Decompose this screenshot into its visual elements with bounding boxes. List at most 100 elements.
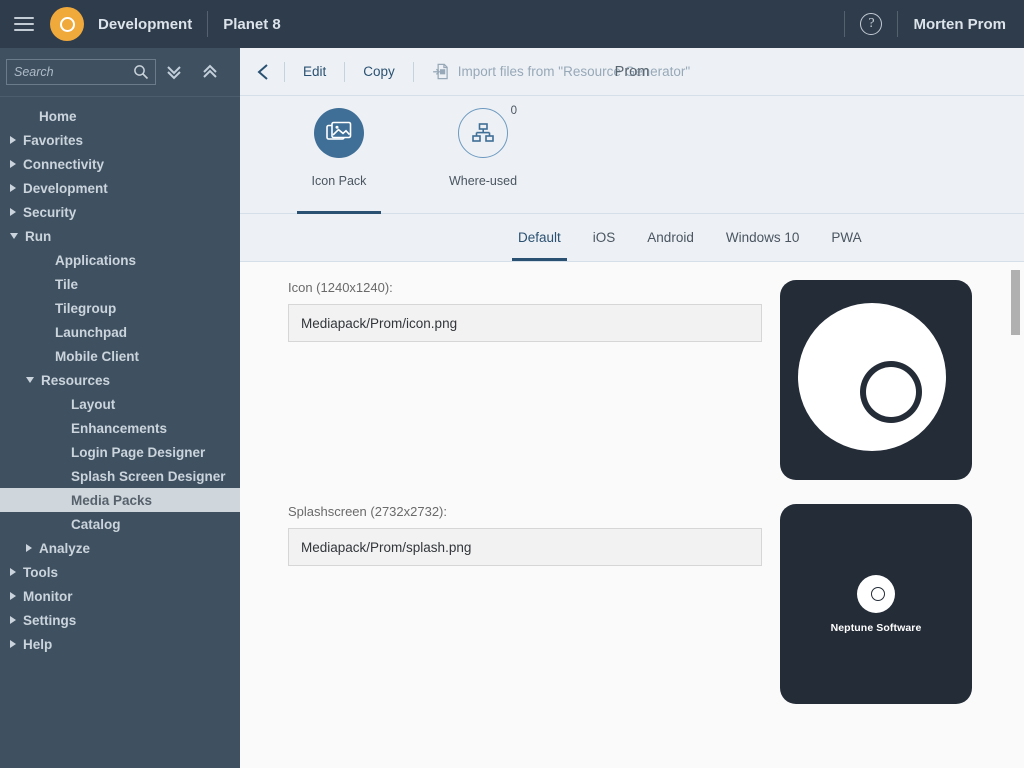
tab-label: PWA <box>831 230 861 245</box>
sidebar-item-tilegroup[interactable]: Tilegroup <box>0 296 240 320</box>
splash-path-input[interactable] <box>288 528 762 566</box>
hamburger-icon[interactable] <box>2 0 46 48</box>
sidebar-item-tools[interactable]: Tools <box>0 560 240 584</box>
sidebar-item-mobile-client[interactable]: Mobile Client <box>0 344 240 368</box>
sidebar-item-label: Favorites <box>23 133 83 148</box>
sidebar-item-label: Catalog <box>71 517 121 532</box>
sidebar-item-security[interactable]: Security <box>0 200 240 224</box>
sidebar-item-label: Tile <box>55 277 78 292</box>
chevron-right-icon[interactable] <box>10 568 16 576</box>
sidebar-item-label: Mobile Client <box>55 349 139 364</box>
sidebar-item-layout[interactable]: Layout <box>0 392 240 416</box>
chevron-right-icon[interactable] <box>10 160 16 168</box>
hamburger-line <box>14 23 34 25</box>
tab-label: Windows 10 <box>726 230 800 245</box>
sidebar: Home Favorites Connectivity Development Secu… <box>0 48 240 768</box>
sidebar-item-label: Applications <box>55 253 136 268</box>
content-scrollbar[interactable] <box>1008 262 1024 768</box>
object-facet-bar: Icon Pack 0 Where-used <box>240 96 1024 214</box>
sidebar-item-media-packs[interactable]: Media Packs <box>0 488 240 512</box>
hamburger-line <box>14 29 34 31</box>
tab-pwa[interactable]: PWA <box>815 214 877 261</box>
double-chevron-up-icon[interactable] <box>192 55 228 89</box>
sidebar-item-favorites[interactable]: Favorites <box>0 128 240 152</box>
platform-tab-strip: Default iOS Android Windows 10 PWA <box>240 214 1024 262</box>
sidebar-item-development[interactable]: Development <box>0 176 240 200</box>
tab-label: Default <box>518 230 561 245</box>
icon-preview-image <box>780 280 972 480</box>
sidebar-item-tile[interactable]: Tile <box>0 272 240 296</box>
facet-active-underline <box>297 211 381 214</box>
sidebar-item-catalog[interactable]: Catalog <box>0 512 240 536</box>
sidebar-item-label: Layout <box>71 397 115 412</box>
content-toolbar: Edit Copy Import files from "Resource Ge… <box>240 48 1024 96</box>
sidebar-item-resources[interactable]: Resources <box>0 368 240 392</box>
splash-logo-mark <box>857 575 895 613</box>
sidebar-item-label: Media Packs <box>71 493 152 508</box>
tab-android[interactable]: Android <box>631 214 710 261</box>
sidebar-item-splash-screen-designer[interactable]: Splash Screen Designer <box>0 464 240 488</box>
chevron-right-icon[interactable] <box>10 184 16 192</box>
facet-icon-pack[interactable]: Icon Pack <box>284 108 394 214</box>
facet-where-used-label: Where-used <box>449 174 517 188</box>
chevron-right-icon[interactable] <box>10 640 16 648</box>
back-button[interactable] <box>244 48 284 96</box>
tab-label: Android <box>647 230 694 245</box>
sidebar-item-enhancements[interactable]: Enhancements <box>0 416 240 440</box>
user-name[interactable]: Morten Prom <box>913 16 1006 33</box>
chevron-right-icon[interactable] <box>10 616 16 624</box>
search-box[interactable] <box>6 59 156 85</box>
sidebar-item-help[interactable]: Help <box>0 632 240 656</box>
sidebar-item-label: Settings <box>23 613 76 628</box>
tab-ios[interactable]: iOS <box>577 214 632 261</box>
content-area: Icon (1240x1240): Splashscreen (2732x273… <box>240 262 1024 768</box>
neptune-logo-icon[interactable] <box>50 7 84 41</box>
sidebar-item-settings[interactable]: Settings <box>0 608 240 632</box>
sidebar-item-label: Splash Screen Designer <box>71 469 226 484</box>
sidebar-item-label: Connectivity <box>23 157 104 172</box>
splash-caption: Neptune Software <box>831 622 922 634</box>
hierarchy-icon: 0 <box>458 108 508 158</box>
sidebar-item-monitor[interactable]: Monitor <box>0 584 240 608</box>
logo-ring <box>60 17 75 32</box>
header-divider <box>844 11 845 37</box>
sidebar-item-connectivity[interactable]: Connectivity <box>0 152 240 176</box>
top-header-bar: Development Planet 8 ? Morten Prom <box>0 0 1024 48</box>
sidebar-item-label: Security <box>23 205 76 220</box>
sidebar-item-applications[interactable]: Applications <box>0 248 240 272</box>
double-chevron-down-icon[interactable] <box>156 55 192 89</box>
sidebar-item-run[interactable]: Run <box>0 224 240 248</box>
facet-where-used[interactable]: 0 Where-used <box>428 108 538 214</box>
copy-button[interactable]: Copy <box>345 48 413 96</box>
sidebar-item-launchpad[interactable]: Launchpad <box>0 320 240 344</box>
chevron-down-icon[interactable] <box>10 233 18 239</box>
chevron-right-icon[interactable] <box>10 208 16 216</box>
workspace-label: Planet 8 <box>223 16 281 33</box>
chevron-down-icon[interactable] <box>26 377 34 383</box>
sidebar-item-label: Run <box>25 229 51 244</box>
chevron-right-icon[interactable] <box>10 592 16 600</box>
import-files-button[interactable]: Import files from "Resource Generator" <box>414 48 708 96</box>
help-question-icon[interactable]: ? <box>860 13 882 35</box>
icon-path-input[interactable] <box>288 304 762 342</box>
chevron-right-icon[interactable] <box>10 136 16 144</box>
sidebar-item-login-page-designer[interactable]: Login Page Designer <box>0 440 240 464</box>
sidebar-item-label: Monitor <box>23 589 73 604</box>
search-input[interactable] <box>7 64 125 80</box>
hamburger-line <box>14 17 34 19</box>
search-icon[interactable] <box>133 64 149 80</box>
sidebar-item-label: Tilegroup <box>55 301 116 316</box>
tab-windows-10[interactable]: Windows 10 <box>710 214 816 261</box>
tab-default[interactable]: Default <box>502 214 577 261</box>
sidebar-item-home[interactable]: Home <box>0 104 240 128</box>
import-file-icon <box>432 63 449 80</box>
chevron-right-icon[interactable] <box>26 544 32 552</box>
edit-button[interactable]: Edit <box>285 48 344 96</box>
sidebar-nav-list: Home Favorites Connectivity Development Secu… <box>0 97 240 656</box>
sidebar-item-label: Help <box>23 637 52 652</box>
image-stack-icon <box>314 108 364 158</box>
sidebar-item-analyze[interactable]: Analyze <box>0 536 240 560</box>
facet-icon-pack-label: Icon Pack <box>312 174 367 188</box>
splash-field-label: Splashscreen (2732x2732): <box>288 504 447 519</box>
content-scrollbar-thumb[interactable] <box>1011 270 1020 335</box>
